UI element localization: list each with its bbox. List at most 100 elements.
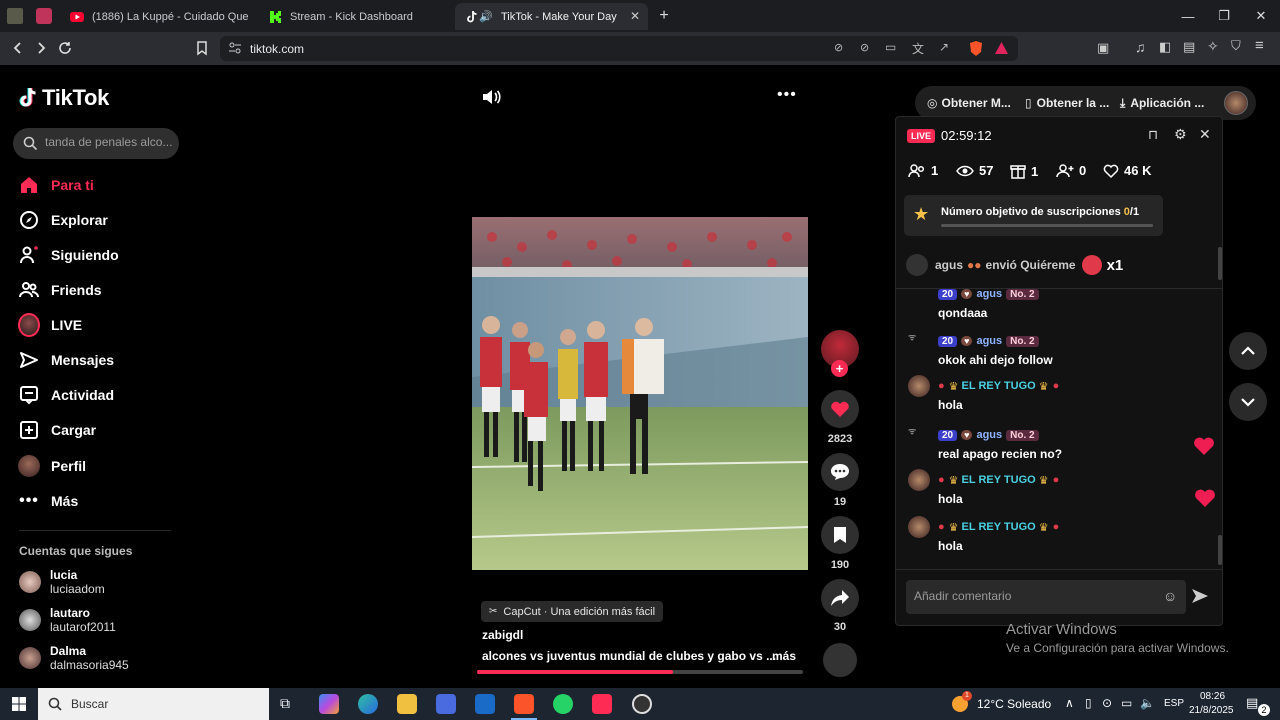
site-settings-icon[interactable] bbox=[228, 41, 242, 55]
menu-icon[interactable]: ≡ bbox=[1255, 37, 1264, 54]
video-player[interactable] bbox=[472, 217, 808, 570]
chat-scrollbar[interactable] bbox=[1218, 535, 1222, 565]
nav-perfil[interactable]: Perfil bbox=[18, 453, 86, 479]
clock-time[interactable]: 08:26 bbox=[1200, 691, 1225, 702]
tray-chevron-icon[interactable]: ∧ bbox=[1065, 696, 1074, 710]
nav-siguiendo[interactable]: Siguiendo bbox=[18, 242, 119, 268]
send-comment-icon[interactable] bbox=[1191, 587, 1209, 605]
music-disc-icon[interactable] bbox=[823, 643, 857, 677]
chat-user[interactable]: EL REY TUGO bbox=[962, 380, 1036, 392]
minimize-icon[interactable]: — bbox=[1178, 6, 1198, 26]
nav-actividad[interactable]: Actividad bbox=[18, 382, 114, 408]
like-button[interactable] bbox=[821, 390, 859, 428]
tab-kick[interactable]: Stream - Kick Dashboard bbox=[258, 3, 448, 30]
nav-mas[interactable]: ••• Más bbox=[18, 488, 78, 514]
tab-youtube[interactable]: (1886) La Kuppé - Cuidado Que Te Su bbox=[60, 3, 250, 30]
following-account[interactable]: lautaro lautarof2011 bbox=[19, 606, 116, 634]
bookmark-icon[interactable] bbox=[194, 40, 210, 56]
speaker-icon[interactable]: 🔈 bbox=[1140, 696, 1155, 710]
chat-user[interactable]: EL REY TUGO bbox=[962, 474, 1036, 486]
desktop-app-button[interactable]: ⤓ Aplicación ... bbox=[1120, 89, 1204, 117]
nav-friends[interactable]: Friends bbox=[18, 277, 102, 303]
copilot-icon[interactable] bbox=[319, 694, 339, 714]
brave-icon[interactable] bbox=[514, 694, 534, 714]
vpn-icon[interactable]: ⛉ bbox=[1231, 38, 1241, 54]
more-link[interactable]: más bbox=[772, 649, 796, 663]
language-indicator[interactable]: ESP bbox=[1164, 698, 1184, 709]
forward-icon[interactable] bbox=[33, 40, 49, 56]
brave-shield-icon[interactable] bbox=[968, 40, 984, 57]
settings-icon[interactable]: ⚙ bbox=[1174, 126, 1187, 143]
nav-para-ti[interactable]: Para ti bbox=[18, 172, 94, 198]
subscription-goal-card[interactable]: ★ Número objetivo de suscripciones 0/1 bbox=[904, 195, 1163, 236]
tiktok-app-icon[interactable] bbox=[592, 694, 612, 714]
wallet-icon[interactable]: ▤ bbox=[1183, 39, 1195, 55]
whatsapp-icon[interactable] bbox=[553, 694, 573, 714]
reload-icon[interactable] bbox=[57, 40, 73, 56]
chat-user[interactable]: agus bbox=[976, 335, 1002, 347]
following-account[interactable]: Dalma dalmasoria945 bbox=[19, 644, 129, 672]
gift-scrollbar[interactable] bbox=[1218, 247, 1222, 280]
tray-app-icon[interactable]: ▯ bbox=[1085, 696, 1092, 710]
translate-icon[interactable]: 文 bbox=[912, 40, 924, 57]
share-button[interactable] bbox=[821, 579, 859, 617]
chat-user[interactable]: agus bbox=[976, 288, 1002, 300]
pinned-tab-icon[interactable] bbox=[36, 8, 52, 24]
network-icon[interactable]: ▭ bbox=[1121, 696, 1132, 710]
more-options-icon[interactable]: ••• bbox=[777, 86, 797, 104]
location-icon[interactable]: ⊙ bbox=[1102, 696, 1112, 710]
obs-icon[interactable] bbox=[632, 694, 652, 714]
search-bar[interactable] bbox=[13, 128, 179, 159]
brave-rewards-icon[interactable] bbox=[994, 41, 1009, 55]
file-explorer-icon[interactable] bbox=[397, 694, 417, 714]
nav-explorar[interactable]: Explorar bbox=[18, 207, 108, 233]
close-window-icon[interactable]: ✕ bbox=[1251, 6, 1271, 26]
search-input[interactable] bbox=[45, 135, 173, 149]
notifications-icon[interactable]: ▤ bbox=[1246, 695, 1258, 711]
get-app-button[interactable]: ▯ Obtener la ... bbox=[1025, 89, 1109, 117]
windows-start-icon[interactable] bbox=[12, 697, 26, 711]
browser-menu-icon[interactable] bbox=[7, 8, 23, 24]
volume-icon[interactable] bbox=[482, 88, 502, 106]
tiktok-logo[interactable]: TikTok bbox=[18, 85, 109, 111]
user-avatar[interactable] bbox=[1224, 91, 1248, 115]
sidebar-icon[interactable]: ◧ bbox=[1159, 39, 1171, 55]
new-tab-button[interactable]: + bbox=[654, 6, 674, 26]
media-icon[interactable]: ♫ bbox=[1135, 39, 1146, 55]
back-icon[interactable] bbox=[10, 40, 26, 56]
nav-mensajes[interactable]: Mensajes bbox=[18, 347, 114, 373]
cast-icon[interactable]: ▭ bbox=[885, 40, 896, 54]
chat-user[interactable]: EL REY TUGO bbox=[962, 521, 1036, 533]
emoji-picker-icon[interactable]: ☺ bbox=[1163, 588, 1177, 604]
video-author[interactable]: zabigdl bbox=[482, 628, 523, 642]
following-account[interactable]: lucia luciaadom bbox=[19, 568, 105, 596]
store-icon[interactable] bbox=[436, 694, 456, 714]
task-view-icon[interactable]: ⧉ bbox=[280, 695, 290, 712]
no-camera-icon[interactable]: ⊘ bbox=[834, 41, 843, 54]
previous-video-button[interactable] bbox=[1229, 332, 1267, 370]
follow-plus-icon[interactable]: + bbox=[831, 360, 848, 377]
clock-date[interactable]: 21/8/2025 bbox=[1189, 705, 1234, 716]
tab-tiktok[interactable]: 🔊 TikTok - Make Your Day ✕ bbox=[455, 3, 648, 30]
next-video-button[interactable] bbox=[1229, 383, 1267, 421]
address-bar[interactable]: tiktok.com ⊘ ⊘ ▭ 文 ↗ bbox=[220, 36, 1018, 61]
close-panel-icon[interactable]: ✕ bbox=[1199, 126, 1211, 143]
taskbar-search[interactable]: Buscar bbox=[38, 688, 269, 720]
leo-ai-icon[interactable]: ▣ bbox=[1097, 40, 1109, 56]
weather-text[interactable]: 12°C Soleado bbox=[977, 697, 1051, 711]
volume-tab-icon[interactable]: 🔊 bbox=[479, 10, 493, 23]
no-mic-icon[interactable]: ⊘ bbox=[860, 41, 869, 54]
comment-input-box[interactable]: ☺ bbox=[906, 580, 1186, 614]
nav-live[interactable]: LIVE bbox=[18, 312, 82, 338]
video-progress-bar[interactable] bbox=[477, 670, 803, 674]
close-tab-icon[interactable]: ✕ bbox=[630, 9, 640, 23]
comment-button[interactable] bbox=[821, 453, 859, 491]
save-button[interactable] bbox=[821, 516, 859, 554]
unlock-icon[interactable]: ⊓ bbox=[1148, 127, 1158, 143]
get-coins-button[interactable]: ◎ Obtener M... bbox=[927, 89, 1011, 117]
capcut-tag[interactable]: ✂ CapCut · Una edición más fácil bbox=[481, 601, 664, 622]
edge-icon[interactable] bbox=[358, 694, 378, 714]
share-icon[interactable]: ↗ bbox=[939, 40, 949, 54]
restore-icon[interactable]: ❐ bbox=[1214, 6, 1234, 26]
chat-user[interactable]: agus bbox=[976, 429, 1002, 441]
